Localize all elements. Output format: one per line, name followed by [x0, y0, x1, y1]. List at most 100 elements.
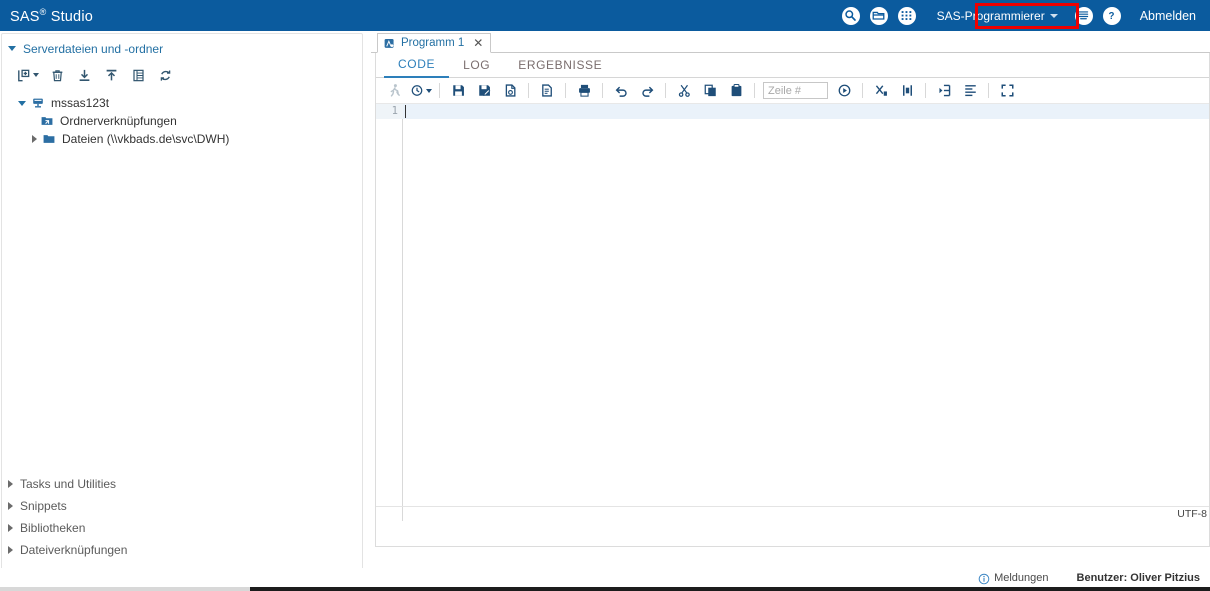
- code-line-text[interactable]: [403, 104, 1209, 119]
- tab-results[interactable]: ERGEBNISSE: [504, 58, 616, 77]
- chevron-down-icon: [8, 46, 16, 51]
- search-icon[interactable]: [842, 7, 860, 25]
- banner-actions: SAS-Programmierer ? Abmelden: [837, 0, 1210, 31]
- section-header-tasks-utilities[interactable]: Tasks und Utilities: [2, 473, 363, 494]
- chevron-down-icon: [426, 89, 432, 93]
- server-files-section: Serverdateien und -ordner: [2, 38, 363, 148]
- goto-line-button[interactable]: [833, 80, 855, 102]
- section-header-snippets[interactable]: Snippets: [2, 495, 363, 516]
- section-header-file-shortcuts-label: Dateiverknüpfungen: [20, 543, 127, 557]
- toolbar-separator: [988, 83, 989, 98]
- section-header-server-files-label: Serverdateien und -ordner: [23, 42, 163, 56]
- tree-node-files-label: Dateien (\\vkbads.de\svc\DWH): [62, 132, 229, 146]
- run-button[interactable]: [384, 80, 406, 102]
- chevron-right-icon: [8, 480, 13, 488]
- open-folder-icon[interactable]: [870, 7, 888, 25]
- collapsed-sections: Tasks und Utilities Snippets Bibliotheke…: [2, 473, 363, 561]
- chevron-right-icon[interactable]: [32, 135, 37, 143]
- clear-all-button[interactable]: [870, 80, 892, 102]
- panel-splitter[interactable]: [366, 33, 368, 574]
- chevron-right-icon: [8, 502, 13, 510]
- apps-grid-icon[interactable]: [898, 7, 916, 25]
- server-files-tree: mssas123t Ordnerverknüpfungen: [2, 94, 363, 148]
- section-header-file-shortcuts[interactable]: Dateiverknüpfungen: [2, 539, 363, 560]
- tab-programm-1[interactable]: Programm 1 ✕: [377, 33, 491, 53]
- section-header-tasks-utilities-label: Tasks und Utilities: [20, 477, 116, 491]
- print-preview-button[interactable]: [536, 80, 558, 102]
- paste-button[interactable]: [725, 80, 747, 102]
- cut-button[interactable]: [673, 80, 695, 102]
- chevron-down-icon[interactable]: [18, 101, 26, 106]
- section-header-server-files[interactable]: Serverdateien und -ordner: [2, 38, 363, 59]
- print-button[interactable]: [573, 80, 595, 102]
- messages-label: Meldungen: [994, 572, 1048, 584]
- section-header-libraries[interactable]: Bibliotheken: [2, 517, 363, 538]
- redo-button[interactable]: [636, 80, 658, 102]
- chevron-down-icon: [1050, 14, 1058, 18]
- encoding-bar: UTF-8: [376, 506, 1209, 521]
- toolbar-separator: [665, 83, 666, 98]
- navigation-panel: Serverdateien und -ordner: [1, 33, 363, 574]
- toolbar-separator: [754, 83, 755, 98]
- delete-button[interactable]: [45, 64, 69, 86]
- app-banner: SAS® Studio SAS-Pro: [0, 0, 1210, 31]
- close-icon[interactable]: ✕: [473, 37, 483, 49]
- messages-button[interactable]: Meldungen: [978, 572, 1048, 584]
- tree-node-folder-shortcuts-label: Ordnerverknüpfungen: [60, 114, 177, 128]
- indent-button[interactable]: [933, 80, 955, 102]
- copy-button[interactable]: [699, 80, 721, 102]
- refresh-button[interactable]: [153, 64, 177, 86]
- code-editor[interactable]: 1 UTF-8: [376, 104, 1209, 521]
- tab-code[interactable]: CODE: [384, 57, 449, 78]
- chevron-right-icon: [8, 546, 13, 554]
- tree-node-folder-shortcuts[interactable]: Ordnerverknüpfungen: [2, 112, 363, 130]
- chevron-down-icon: [33, 73, 39, 77]
- toolbar-separator: [925, 83, 926, 98]
- editor-toolbar: [376, 78, 1209, 104]
- properties-button[interactable]: [126, 64, 150, 86]
- tree-node-files[interactable]: Dateien (\\vkbads.de\svc\DWH): [2, 130, 363, 148]
- status-bar: Meldungen Benutzer: Oliver Pitzius: [0, 568, 1210, 587]
- folder-shortcut-icon: [39, 114, 54, 129]
- section-header-libraries-label: Bibliotheken: [20, 521, 85, 535]
- editor-panel: CODE LOG ERGEBNISSE: [375, 53, 1210, 547]
- horizontal-scrollbar-thumb[interactable]: [0, 587, 250, 591]
- server-files-toolbar: [2, 62, 363, 88]
- options-menu-icon[interactable]: [1075, 7, 1093, 25]
- snippet-button[interactable]: [499, 80, 521, 102]
- section-header-snippets-label: Snippets: [20, 499, 67, 513]
- goto-line-input[interactable]: [763, 82, 828, 99]
- format-code-button[interactable]: [959, 80, 981, 102]
- role-selector[interactable]: SAS-Programmierer: [931, 6, 1064, 26]
- toolbar-separator: [565, 83, 566, 98]
- help-icon[interactable]: ?: [1103, 7, 1121, 25]
- history-button[interactable]: [410, 80, 432, 102]
- server-icon: [30, 96, 45, 111]
- program-tabstrip: Programm 1 ✕: [371, 33, 1210, 53]
- tab-programm-1-label: Programm 1: [401, 37, 464, 49]
- maximize-button[interactable]: [996, 80, 1018, 102]
- tree-node-server[interactable]: mssas123t: [2, 94, 363, 112]
- upload-button[interactable]: [99, 64, 123, 86]
- logout-link[interactable]: Abmelden: [1140, 9, 1196, 23]
- new-button[interactable]: [12, 64, 42, 86]
- app-title: SAS® Studio: [10, 7, 93, 25]
- horizontal-scrollbar[interactable]: [0, 587, 1210, 591]
- save-as-button[interactable]: [473, 80, 495, 102]
- role-selector-label: SAS-Programmierer: [937, 9, 1045, 23]
- info-icon: [978, 572, 990, 584]
- program-icon: [383, 37, 396, 50]
- toolbar-separator: [439, 83, 440, 98]
- save-button[interactable]: [447, 80, 469, 102]
- undo-button[interactable]: [610, 80, 632, 102]
- code-line-row[interactable]: 1: [376, 104, 1209, 119]
- tab-log[interactable]: LOG: [449, 58, 504, 77]
- line-number-gutter: [376, 119, 403, 521]
- toolbar-separator: [528, 83, 529, 98]
- editor-subtabs: CODE LOG ERGEBNISSE: [376, 53, 1209, 78]
- encoding-label: UTF-8: [1177, 508, 1207, 520]
- folder-icon: [41, 132, 56, 147]
- app-title-main: SAS: [10, 8, 40, 24]
- find-replace-button[interactable]: [896, 80, 918, 102]
- download-button[interactable]: [72, 64, 96, 86]
